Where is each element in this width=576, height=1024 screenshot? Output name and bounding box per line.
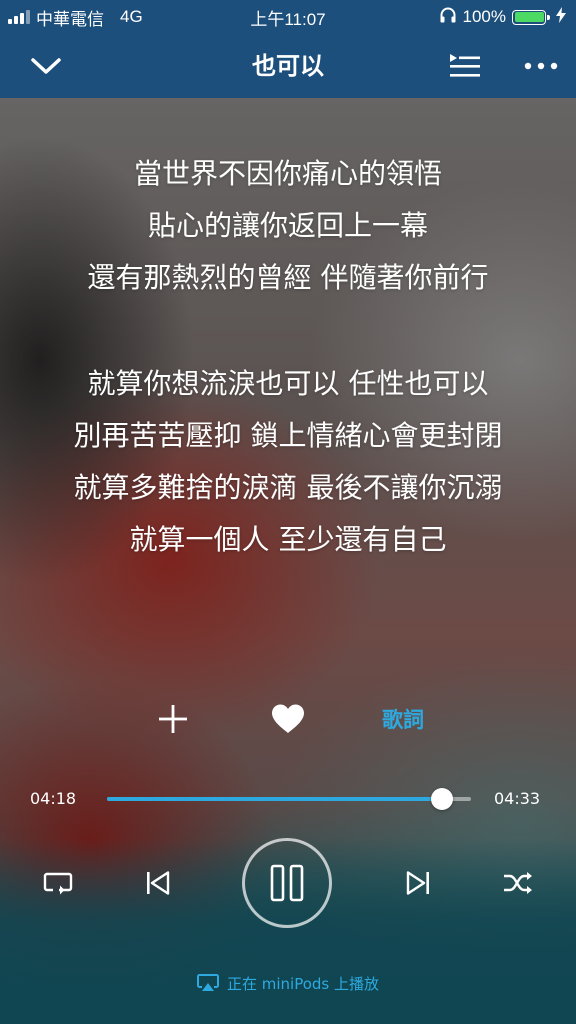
playback-controls [0,836,576,930]
seek-bar[interactable] [107,788,471,810]
carrier-name: 中華電信 [36,9,104,29]
pause-icon [270,864,304,902]
more-options-button[interactable] [514,34,568,98]
like-button[interactable] [262,692,314,746]
elapsed-time: 04:18 [30,789,77,808]
progress-row: 04:18 04:33 [0,784,576,814]
lyric-stanza-gap [0,304,576,358]
action-row: 歌詞 [0,692,576,746]
more-icon [524,62,558,70]
network-type: 4G [120,7,143,26]
lyrics-toggle-button[interactable]: 歌詞 [366,692,440,746]
add-to-playlist-button[interactable] [148,692,198,746]
lyric-line: 貼心的讓你返回上一幕 [147,209,428,242]
heart-icon [272,704,304,733]
previous-icon [147,871,170,895]
signal-strength-icon [8,10,30,24]
lyrics-panel: 當世界不因你痛心的領悟 貼心的讓你返回上一幕 還有那熱烈的曾經 伴隨著你前行 就… [0,148,576,566]
lyric-line: 還有那熱烈的曾經 伴隨著你前行 [87,261,489,294]
nav-bar: 也可以 [0,34,576,98]
status-right-group: 100% [439,0,566,34]
pause-button[interactable] [242,838,332,928]
headphones-icon [439,6,457,29]
total-time: 04:33 [494,789,541,808]
shuffle-button[interactable] [494,836,542,930]
airplay-output-button[interactable]: 正在 miniPods 上播放 [0,968,576,998]
lyric-line: 別再苦苦壓抑 鎖上情緒心會更封閉 [73,419,503,452]
battery-percent: 100% [462,7,506,26]
playlist-button[interactable] [440,34,490,98]
seek-thumb[interactable] [430,788,453,810]
previous-track-button[interactable] [134,836,182,930]
lyric-line: 就算你想流淚也可以 任性也可以 [87,367,489,400]
shuffle-icon [504,872,532,894]
bolt-icon [556,6,566,28]
seek-bar-fill [107,797,442,801]
lyric-line: 就算多難捨的淚滴 最後不讓你沉溺 [73,471,503,504]
next-icon [406,871,429,895]
lyric-line: 當世界不因你痛心的領悟 [133,157,442,190]
repeat-icon [43,872,73,895]
status-bar: 中華電信 4G 上午11:07 100% [0,0,576,34]
playlist-icon [450,54,480,77]
next-track-button[interactable] [394,836,442,930]
plus-icon [159,705,187,733]
lyric-line: 就算一個人 至少還有自己 [129,523,447,556]
battery-level [514,12,544,22]
airplay-label: 正在 miniPods 上播放 [226,974,379,993]
repeat-button[interactable] [34,836,82,930]
airplay-icon [196,974,219,991]
battery-icon [512,9,550,25]
